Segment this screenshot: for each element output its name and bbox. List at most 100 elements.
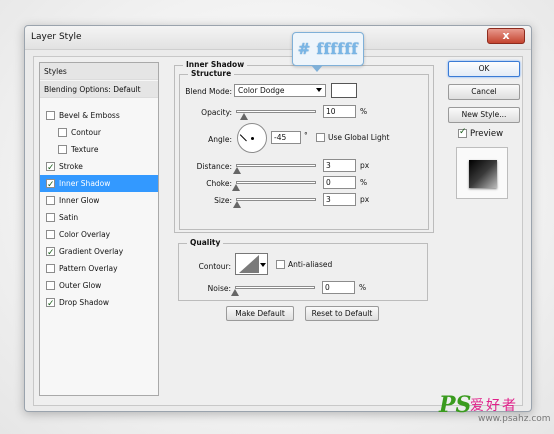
- choke-slider[interactable]: [236, 181, 316, 184]
- preview-checkbox[interactable]: [458, 127, 467, 138]
- reset-to-default-button[interactable]: Reset to Default: [305, 306, 379, 321]
- inner-shadow-group: Inner Shadow Structure Blend Mode: Color…: [174, 60, 434, 233]
- noise-input[interactable]: 0: [322, 281, 355, 294]
- distance-slider[interactable]: [236, 164, 316, 167]
- size-label: Size:: [214, 196, 232, 205]
- watermark-cn-text: 爱好者: [470, 398, 518, 414]
- distance-slider-thumb[interactable]: [232, 167, 241, 174]
- style-item-label: Inner Shadow: [59, 179, 111, 188]
- dialog-content: Styles Blending Options: Default Bevel &…: [33, 56, 523, 406]
- choke-unit: %: [360, 178, 368, 187]
- style-item-label: Drop Shadow: [59, 298, 110, 307]
- angle-dial-needle: [239, 134, 247, 142]
- style-item-checkbox[interactable]: [58, 128, 67, 137]
- structure-group: Structure Blend Mode: Color Dodge Opacit…: [179, 69, 429, 230]
- use-global-light-checkbox[interactable]: [316, 133, 325, 142]
- style-item-checkbox[interactable]: [46, 213, 55, 222]
- style-item-checkbox[interactable]: [46, 296, 55, 313]
- ok-button[interactable]: OK: [448, 61, 520, 77]
- watermark-ps-logo: PS: [439, 392, 472, 418]
- blend-mode-select[interactable]: Color Dodge: [234, 84, 326, 97]
- distance-unit: px: [360, 161, 370, 170]
- style-item-checkbox[interactable]: [46, 160, 55, 177]
- blend-mode-label: Blend Mode:: [185, 87, 232, 96]
- style-item-texture[interactable]: Texture: [40, 141, 158, 158]
- style-item-label: Texture: [71, 145, 99, 154]
- style-preview-thumbnail: [456, 147, 508, 199]
- chevron-down-icon: [260, 263, 266, 267]
- style-item-pattern-overlay[interactable]: Pattern Overlay: [40, 260, 158, 277]
- style-item-label: Satin: [59, 213, 79, 222]
- opacity-input[interactable]: 10: [323, 105, 356, 118]
- style-item-inner-glow[interactable]: Inner Glow: [40, 192, 158, 209]
- color-hex-tooltip-text: # ffffff: [297, 40, 359, 58]
- quality-group: Quality Contour: Anti-aliased Noise: 0 %: [178, 238, 428, 301]
- style-item-inner-shadow[interactable]: Inner Shadow: [40, 175, 158, 194]
- style-item-drop-shadow[interactable]: Drop Shadow: [40, 294, 158, 313]
- style-item-checkbox[interactable]: [46, 230, 55, 239]
- style-item-label: Outer Glow: [59, 281, 102, 290]
- opacity-unit: %: [360, 107, 368, 116]
- style-item-label: Pattern Overlay: [59, 264, 118, 273]
- style-item-gradient-overlay[interactable]: Gradient Overlay: [40, 243, 158, 262]
- style-item-label: Bevel & Emboss: [59, 111, 120, 120]
- contour-picker[interactable]: [235, 253, 268, 275]
- style-item-checkbox[interactable]: [46, 196, 55, 205]
- angle-unit: °: [304, 131, 308, 140]
- angle-dial-center: [251, 137, 254, 140]
- cancel-button[interactable]: Cancel: [448, 84, 520, 100]
- window-title: Layer Style: [31, 32, 82, 42]
- style-item-checkbox[interactable]: [46, 245, 55, 262]
- style-item-satin[interactable]: Satin: [40, 209, 158, 226]
- shadow-color-swatch[interactable]: [331, 83, 357, 98]
- chevron-down-icon: [316, 88, 322, 92]
- styles-list: Styles Blending Options: Default Bevel &…: [39, 62, 159, 396]
- style-preview-swatch: [469, 160, 497, 188]
- opacity-slider-thumb[interactable]: [240, 113, 248, 120]
- size-input[interactable]: 3: [323, 193, 356, 206]
- contour-preview-icon: [239, 255, 259, 273]
- style-item-checkbox[interactable]: [58, 145, 67, 154]
- angle-input[interactable]: -45: [271, 131, 301, 144]
- make-default-button[interactable]: Make Default: [226, 306, 294, 321]
- title-bar[interactable]: Layer Style x: [25, 26, 531, 50]
- angle-label: Angle:: [208, 135, 232, 144]
- style-item-stroke[interactable]: Stroke: [40, 158, 158, 177]
- angle-dial[interactable]: [237, 123, 267, 153]
- distance-label: Distance:: [196, 162, 232, 171]
- choke-slider-thumb[interactable]: [232, 184, 240, 191]
- style-item-checkbox[interactable]: [46, 264, 55, 273]
- close-button[interactable]: x: [487, 28, 525, 44]
- choke-label: Choke:: [206, 179, 232, 188]
- style-item-contour[interactable]: Contour: [40, 124, 158, 141]
- opacity-label: Opacity:: [201, 108, 232, 117]
- style-item-outer-glow[interactable]: Outer Glow: [40, 277, 158, 294]
- opacity-slider[interactable]: [236, 110, 316, 113]
- use-global-light-label: Use Global Light: [328, 133, 390, 142]
- noise-slider-thumb[interactable]: [231, 289, 239, 296]
- size-slider-thumb[interactable]: [232, 201, 241, 208]
- style-item-label: Inner Glow: [59, 196, 100, 205]
- style-item-checkbox[interactable]: [46, 111, 55, 120]
- tooltip-pointer: [311, 65, 323, 72]
- styles-header[interactable]: Styles: [40, 63, 158, 80]
- style-item-checkbox[interactable]: [46, 177, 55, 194]
- noise-slider[interactable]: [235, 286, 315, 289]
- layer-style-dialog: Layer Style x Styles Blending Options: D…: [24, 25, 532, 412]
- blending-options-item[interactable]: Blending Options: Default: [40, 81, 158, 98]
- style-item-label: Contour: [71, 128, 101, 137]
- inner-shadow-title: Inner Shadow: [183, 60, 248, 69]
- style-item-label: Gradient Overlay: [59, 247, 124, 256]
- anti-aliased-label: Anti-aliased: [288, 260, 333, 269]
- style-item-label: Stroke: [59, 162, 83, 171]
- style-item-color-overlay[interactable]: Color Overlay: [40, 226, 158, 243]
- size-slider[interactable]: [236, 198, 316, 201]
- distance-input[interactable]: 3: [323, 159, 356, 172]
- style-item-bevel-emboss[interactable]: Bevel & Emboss: [40, 107, 158, 124]
- quality-title: Quality: [187, 238, 224, 247]
- choke-input[interactable]: 0: [323, 176, 356, 189]
- style-item-checkbox[interactable]: [46, 281, 55, 290]
- style-item-label: Color Overlay: [59, 230, 111, 239]
- anti-aliased-checkbox[interactable]: [276, 260, 285, 269]
- new-style-button[interactable]: New Style...: [448, 107, 520, 123]
